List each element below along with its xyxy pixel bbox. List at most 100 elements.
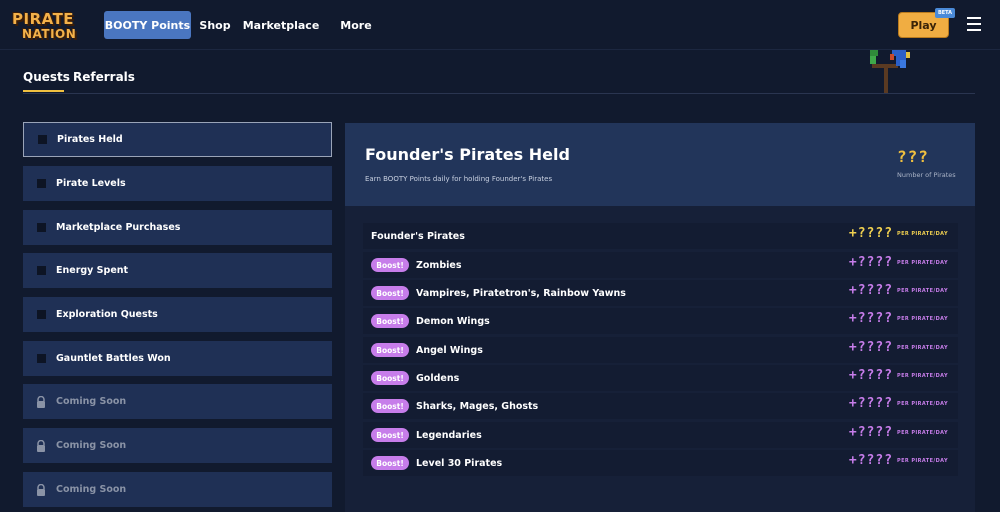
logo-text-top: PIRATE bbox=[12, 10, 75, 28]
quest-item-exploration-quests[interactable]: Exploration Quests bbox=[23, 297, 332, 332]
boost-badge: Boost! bbox=[371, 371, 409, 385]
panel-subtitle: Earn BOOTY Points daily for holding Foun… bbox=[365, 175, 553, 183]
reward-unit: PER PIRATE/DAY bbox=[897, 429, 948, 436]
quest-item-pirate-levels[interactable]: Pirate Levels bbox=[23, 166, 332, 201]
nav-more[interactable]: More bbox=[340, 11, 372, 39]
reward-value: +???? bbox=[848, 396, 894, 411]
reward-name: Zombies bbox=[416, 259, 462, 271]
boost-badge: Boost! bbox=[371, 456, 409, 470]
reward-name: Founder's Pirates bbox=[371, 230, 465, 242]
boost-badge: Boost! bbox=[371, 286, 409, 300]
quest-label: Exploration Quests bbox=[56, 309, 158, 320]
quest-label: Coming Soon bbox=[56, 396, 127, 407]
nav-shop[interactable]: Shop bbox=[199, 11, 231, 39]
reward-amount: +???? PER PIRATE/DAY bbox=[849, 311, 948, 326]
reward-amount: +???? PER PIRATE/DAY bbox=[849, 226, 948, 241]
checkbox-icon bbox=[37, 266, 46, 275]
quest-item-gauntlet-battles-won[interactable]: Gauntlet Battles Won bbox=[23, 341, 332, 376]
lock-icon bbox=[37, 439, 45, 452]
reward-unit: PER PIRATE/DAY bbox=[897, 344, 948, 351]
reward-name: Legendaries bbox=[416, 429, 482, 441]
reward-unit: PER PIRATE/DAY bbox=[897, 315, 948, 322]
quest-label: Gauntlet Battles Won bbox=[56, 353, 171, 364]
checkbox-icon bbox=[37, 223, 46, 232]
reward-row: Boost! Zombies +???? PER PIRATE/DAY bbox=[363, 252, 958, 278]
tab-referrals[interactable]: Referrals bbox=[73, 70, 135, 84]
reward-amount: +???? PER PIRATE/DAY bbox=[849, 425, 948, 440]
reward-amount: +???? PER PIRATE/DAY bbox=[849, 340, 948, 355]
reward-unit: PER PIRATE/DAY bbox=[897, 457, 948, 464]
reward-amount: +???? PER PIRATE/DAY bbox=[849, 283, 948, 298]
reward-value: +???? bbox=[848, 311, 894, 326]
reward-unit: PER PIRATE/DAY bbox=[897, 230, 948, 237]
lock-icon bbox=[37, 483, 45, 496]
menu-icon[interactable] bbox=[967, 17, 981, 31]
reward-name: Level 30 Pirates bbox=[416, 457, 503, 469]
reward-value: +???? bbox=[848, 255, 894, 270]
boost-badge: Boost! bbox=[371, 314, 409, 328]
reward-row: Boost! Sharks, Mages, Ghosts +???? PER P… bbox=[363, 393, 958, 419]
lock-icon bbox=[37, 395, 45, 408]
reward-row: Boost! Demon Wings +???? PER PIRATE/DAY bbox=[363, 308, 958, 334]
reward-name: Sharks, Mages, Ghosts bbox=[416, 400, 539, 412]
reward-amount: +???? PER PIRATE/DAY bbox=[849, 396, 948, 411]
checkbox-icon bbox=[37, 354, 46, 363]
reward-row: Founder's Pirates +???? PER PIRATE/DAY bbox=[363, 223, 958, 249]
boost-badge: Boost! bbox=[371, 258, 409, 272]
reward-amount: +???? PER PIRATE/DAY bbox=[849, 453, 948, 468]
reward-amount: +???? PER PIRATE/DAY bbox=[849, 368, 948, 383]
quest-label: Coming Soon bbox=[56, 484, 127, 495]
pirate-count-value: ??? bbox=[897, 147, 929, 166]
reward-row: Boost! Goldens +???? PER PIRATE/DAY bbox=[363, 365, 958, 391]
tabs-divider bbox=[23, 93, 975, 94]
top-nav-bar: PIRATE NATION BOOTY Points Shop Marketpl… bbox=[0, 0, 1000, 50]
reward-unit: PER PIRATE/DAY bbox=[897, 287, 948, 294]
quest-item-coming-soon: Coming Soon bbox=[23, 472, 332, 507]
checkbox-icon bbox=[37, 310, 46, 319]
reward-value: +???? bbox=[848, 226, 894, 241]
reward-row: Boost! Legendaries +???? PER PIRATE/DAY bbox=[363, 422, 958, 448]
active-tab-indicator bbox=[23, 90, 64, 92]
quest-label: Coming Soon bbox=[56, 440, 127, 451]
reward-value: +???? bbox=[848, 425, 894, 440]
boost-badge: Boost! bbox=[371, 428, 409, 442]
quest-label: Pirates Held bbox=[57, 134, 123, 145]
quest-item-marketplace-purchases[interactable]: Marketplace Purchases bbox=[23, 210, 332, 245]
reward-amount: +???? PER PIRATE/DAY bbox=[849, 255, 948, 270]
boost-badge: Boost! bbox=[371, 399, 409, 413]
tab-quests[interactable]: Quests bbox=[23, 70, 70, 84]
pirate-nation-logo[interactable]: PIRATE NATION bbox=[8, 10, 84, 42]
reward-value: +???? bbox=[848, 283, 894, 298]
nav-booty-points[interactable]: BOOTY Points bbox=[104, 11, 191, 39]
reward-name: Goldens bbox=[416, 372, 460, 384]
quest-item-coming-soon: Coming Soon bbox=[23, 384, 332, 419]
panel-title: Founder's Pirates Held bbox=[365, 145, 570, 164]
checkbox-icon bbox=[37, 179, 46, 188]
logo-text-bottom: NATION bbox=[22, 27, 77, 41]
reward-value: +???? bbox=[848, 453, 894, 468]
reward-value: +???? bbox=[848, 368, 894, 383]
checkbox-icon bbox=[38, 135, 47, 144]
quest-item-coming-soon: Coming Soon bbox=[23, 428, 332, 463]
quest-item-pirates-held[interactable]: Pirates Held bbox=[23, 122, 332, 157]
reward-row: Boost! Vampires, Piratetron's, Rainbow Y… bbox=[363, 280, 958, 306]
quest-detail-header: Founder's Pirates Held Earn BOOTY Points… bbox=[345, 123, 975, 206]
reward-name: Angel Wings bbox=[416, 344, 483, 356]
quest-label: Energy Spent bbox=[56, 265, 129, 276]
reward-name: Demon Wings bbox=[416, 315, 490, 327]
beta-badge: BETA bbox=[935, 8, 955, 18]
reward-row: Boost! Level 30 Pirates +???? PER PIRATE… bbox=[363, 450, 958, 476]
pirate-count-label: Number of Pirates bbox=[897, 171, 956, 179]
nav-marketplace[interactable]: Marketplace bbox=[243, 11, 320, 39]
reward-value: +???? bbox=[848, 340, 894, 355]
reward-unit: PER PIRATE/DAY bbox=[897, 372, 948, 379]
reward-row: Boost! Angel Wings +???? PER PIRATE/DAY bbox=[363, 337, 958, 363]
quest-item-energy-spent[interactable]: Energy Spent bbox=[23, 253, 332, 288]
parrot-icon bbox=[870, 50, 910, 94]
quest-label: Pirate Levels bbox=[56, 178, 126, 189]
boost-badge: Boost! bbox=[371, 343, 409, 357]
reward-unit: PER PIRATE/DAY bbox=[897, 259, 948, 266]
reward-name: Vampires, Piratetron's, Rainbow Yawns bbox=[416, 287, 626, 299]
quest-label: Marketplace Purchases bbox=[56, 222, 181, 233]
reward-unit: PER PIRATE/DAY bbox=[897, 400, 948, 407]
